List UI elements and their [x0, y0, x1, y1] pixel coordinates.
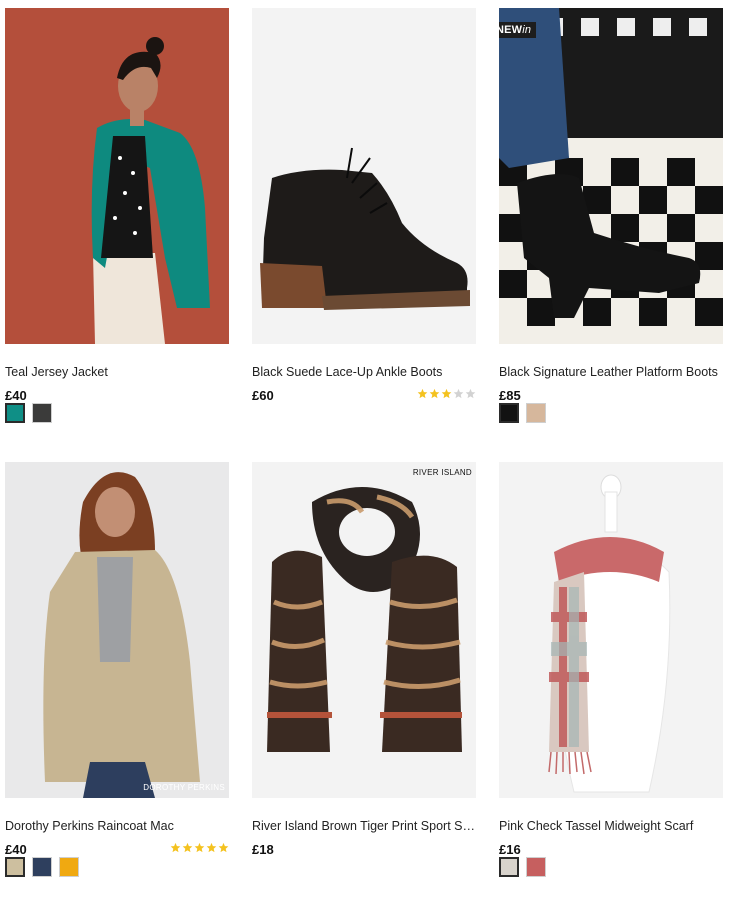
badge-italic-text: in	[522, 24, 532, 36]
star-rating	[417, 388, 476, 399]
badge-text: NEW	[499, 24, 523, 36]
star-icon	[194, 842, 205, 853]
swatch-mustard[interactable]	[59, 857, 79, 877]
product-image[interactable]	[5, 8, 229, 344]
swatch-black[interactable]	[499, 403, 519, 423]
product-image[interactable]	[499, 462, 723, 798]
swatch-stone[interactable]	[5, 857, 25, 877]
brand-tag: DOROTHY PERKINS	[143, 783, 225, 792]
new-in-badge: NEWin	[499, 22, 537, 38]
product-name[interactable]: Black Signature Leather Platform Boots	[499, 365, 723, 379]
product-price: £16	[499, 842, 521, 857]
star-icon	[182, 842, 193, 853]
product-name[interactable]: Dorothy Perkins Raincoat Mac	[5, 819, 229, 833]
product-image[interactable]: RIVER ISLAND	[252, 462, 476, 798]
product-price: £85	[499, 388, 521, 403]
product-name[interactable]: Pink Check Tassel Midweight Scarf	[499, 819, 723, 833]
star-icon	[206, 842, 217, 853]
star-icon	[170, 842, 181, 853]
product-image[interactable]: DOROTHY PERKINS	[5, 462, 229, 798]
color-swatches	[499, 403, 546, 423]
product-name[interactable]: Teal Jersey Jacket	[5, 365, 229, 379]
star-icon	[453, 388, 464, 399]
brand-tag: RIVER ISLAND	[412, 468, 472, 477]
star-icon	[465, 388, 476, 399]
color-swatches	[499, 857, 546, 877]
star-icon	[429, 388, 440, 399]
product-price: £40	[5, 388, 27, 403]
star-icon	[417, 388, 428, 399]
product-image[interactable]	[252, 8, 476, 344]
swatch-red-check[interactable]	[526, 857, 546, 877]
star-rating	[170, 842, 229, 853]
product-price: £60	[252, 388, 274, 403]
product-name[interactable]: Black Suede Lace-Up Ankle Boots	[252, 365, 476, 379]
color-swatches	[5, 857, 79, 877]
product-price: £18	[252, 842, 274, 857]
product-image[interactable]: NEWin	[499, 8, 723, 344]
swatch-nude[interactable]	[526, 403, 546, 423]
product-name[interactable]: River Island Brown Tiger Print Sport St…	[252, 819, 476, 833]
product-price: £40	[5, 842, 27, 857]
swatch-navy[interactable]	[32, 857, 52, 877]
product-grid: Teal Jersey Jacket £40 Black Suede Lace-…	[0, 0, 736, 902]
star-icon	[218, 842, 229, 853]
swatch-teal[interactable]	[5, 403, 25, 423]
swatch-grey-check[interactable]	[499, 857, 519, 877]
swatch-charcoal[interactable]	[32, 403, 52, 423]
color-swatches	[5, 403, 52, 423]
star-icon	[441, 388, 452, 399]
